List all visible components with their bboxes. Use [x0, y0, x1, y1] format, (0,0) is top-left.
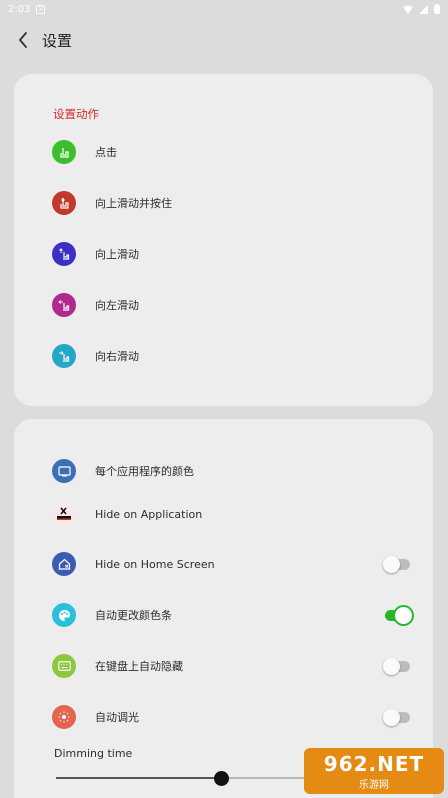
swipe-up-hold-icon	[52, 191, 76, 215]
notification-icon: ×	[36, 4, 46, 14]
action-label: 点击	[95, 146, 117, 159]
action-item-swipe-left[interactable]: 向左滑动	[52, 290, 412, 320]
action-item-tap[interactable]: 点击	[52, 137, 412, 167]
actions-card: 设置动作 点击 向上滑动并按住 向上滑动 向左滑动 向右滑动	[14, 74, 433, 406]
auto-dimming-toggle[interactable]	[383, 708, 412, 726]
app-bar: 设置	[0, 18, 448, 64]
toggle-thumb	[383, 658, 400, 675]
hide-home-toggle[interactable]	[383, 555, 412, 573]
watermark-text: 962.NET	[323, 751, 425, 776]
wifi-icon	[403, 5, 413, 14]
hide-app-icon	[52, 502, 76, 526]
page-title: 设置	[42, 32, 73, 50]
back-button[interactable]	[12, 27, 34, 53]
toggle-thumb	[395, 607, 412, 624]
action-label: 向右滑动	[95, 350, 139, 363]
setting-item-hide-on-application[interactable]: Hide on Application	[52, 499, 412, 529]
action-label: 向左滑动	[95, 299, 139, 312]
setting-item-app-color[interactable]: 每个应用程序的颜色	[52, 456, 412, 486]
home-hide-icon	[52, 552, 76, 576]
setting-item-keyboard-hide[interactable]: 在键盘上自动隐藏	[52, 651, 412, 681]
toggle-thumb	[383, 709, 400, 726]
brightness-icon	[52, 705, 76, 729]
swipe-left-icon	[52, 293, 76, 317]
auto-color-toggle[interactable]	[383, 606, 412, 624]
tap-icon	[52, 140, 76, 164]
setting-label: 自动调光	[95, 711, 139, 724]
action-label: 向上滑动	[95, 248, 139, 261]
slider-fill	[56, 777, 221, 779]
action-item-swipe-right[interactable]: 向右滑动	[52, 341, 412, 371]
setting-item-auto-change-color[interactable]: 自动更改颜色条	[52, 600, 412, 630]
slider-knob[interactable]	[214, 771, 229, 786]
action-label: 向上滑动并按住	[95, 197, 172, 210]
toggle-thumb	[383, 556, 400, 573]
setting-label: 在键盘上自动隐藏	[95, 660, 183, 673]
setting-item-hide-on-home-screen[interactable]: Hide on Home Screen	[52, 549, 412, 579]
setting-item-auto-dimming[interactable]: 自动调光	[52, 702, 412, 732]
action-item-swipe-up[interactable]: 向上滑动	[52, 239, 412, 269]
dimming-time-label: Dimming time	[54, 747, 133, 760]
status-time: 2:03	[8, 3, 31, 15]
setting-label: Hide on Application	[95, 507, 203, 521]
app-color-icon	[52, 459, 76, 483]
signal-icon	[419, 4, 428, 14]
watermark-subtext: 乐游网	[359, 779, 389, 791]
back-arrow-icon	[19, 32, 27, 48]
section-title-actions: 设置动作	[53, 107, 99, 121]
settings-card: 每个应用程序的颜色 Hide on Application Hide on Ho…	[14, 419, 433, 798]
swipe-right-icon	[52, 344, 76, 368]
keyboard-hide-toggle[interactable]	[383, 657, 412, 675]
status-bar: 2:03 ×	[0, 0, 448, 18]
setting-label: Hide on Home Screen	[95, 557, 215, 571]
swipe-up-icon	[52, 242, 76, 266]
action-item-swipe-up-hold[interactable]: 向上滑动并按住	[52, 188, 412, 218]
setting-label: 自动更改颜色条	[95, 609, 172, 622]
setting-label: 每个应用程序的颜色	[95, 465, 194, 478]
palette-icon	[52, 603, 76, 627]
keyboard-icon	[52, 654, 76, 678]
battery-icon	[434, 4, 440, 14]
watermark-logo: 962.NET 乐游网	[304, 748, 444, 794]
